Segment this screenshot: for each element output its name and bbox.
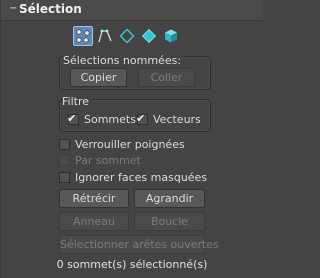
grow-button[interactable]: Agrandir <box>134 189 205 208</box>
named-selections-label: Sélections nommées: <box>63 54 184 67</box>
vertices-filter-label: Sommets <box>84 113 136 126</box>
rollout-title: Sélection <box>19 2 82 16</box>
checkbox-box[interactable] <box>59 139 70 150</box>
loop-button[interactable]: Boucle <box>134 212 205 231</box>
copy-button[interactable]: Copier <box>70 68 127 87</box>
ignore-backfacing-label: Ignorer faces masquées <box>75 171 208 184</box>
ring-button[interactable]: Anneau <box>59 212 129 231</box>
rollout-header[interactable]: − Sélection <box>1 0 263 21</box>
filter-label: Filtre <box>62 95 92 108</box>
vertices-filter-checkbox[interactable]: ✔ Sommets <box>67 112 136 126</box>
checkmark-icon: ✔ <box>136 112 146 125</box>
selection-rollout: − Sélection Sélections nommées: Copier C… <box>0 0 263 278</box>
by-vertex-checkbox[interactable]: Par sommet <box>59 154 141 167</box>
select-open-edges-button[interactable]: Sélectionner arêtes ouvertes <box>59 235 219 254</box>
vectors-filter-checkbox[interactable]: ✔ Vecteurs <box>136 112 201 126</box>
polygon-mode-button[interactable] <box>139 26 159 46</box>
element-icon <box>165 29 177 43</box>
by-vertex-label: Par sommet <box>75 154 141 167</box>
lock-handles-checkbox[interactable]: Verrouiller poignées <box>59 138 185 151</box>
shrink-button[interactable]: Rétrécir <box>59 189 129 208</box>
lock-handles-label: Verrouiller poignées <box>75 138 185 151</box>
paste-button[interactable]: Coller <box>138 68 195 87</box>
vectors-filter-label: Vecteurs <box>153 113 201 126</box>
border-mode-button[interactable] <box>117 26 137 46</box>
selection-status: 0 sommet(s) sélectionné(s) <box>56 258 208 271</box>
edge-icon <box>98 29 112 43</box>
vertex-mode-button[interactable] <box>73 26 93 46</box>
checkbox-box[interactable] <box>59 172 70 183</box>
checkbox-box[interactable]: ✔ <box>136 112 148 125</box>
checkbox-box[interactable]: ✔ <box>67 112 79 125</box>
ignore-backfacing-checkbox[interactable]: Ignorer faces masquées <box>59 171 207 184</box>
polygon-icon <box>141 28 157 44</box>
checkmark-icon: ✔ <box>67 112 77 125</box>
subobject-mode-toolbar <box>73 26 181 46</box>
edge-mode-button[interactable] <box>95 26 115 46</box>
border-icon <box>119 28 135 44</box>
vertex-icon <box>76 29 90 43</box>
element-mode-button[interactable] <box>161 26 181 46</box>
checkbox-box[interactable] <box>59 155 70 166</box>
collapse-toggle-icon[interactable]: − <box>9 3 17 14</box>
